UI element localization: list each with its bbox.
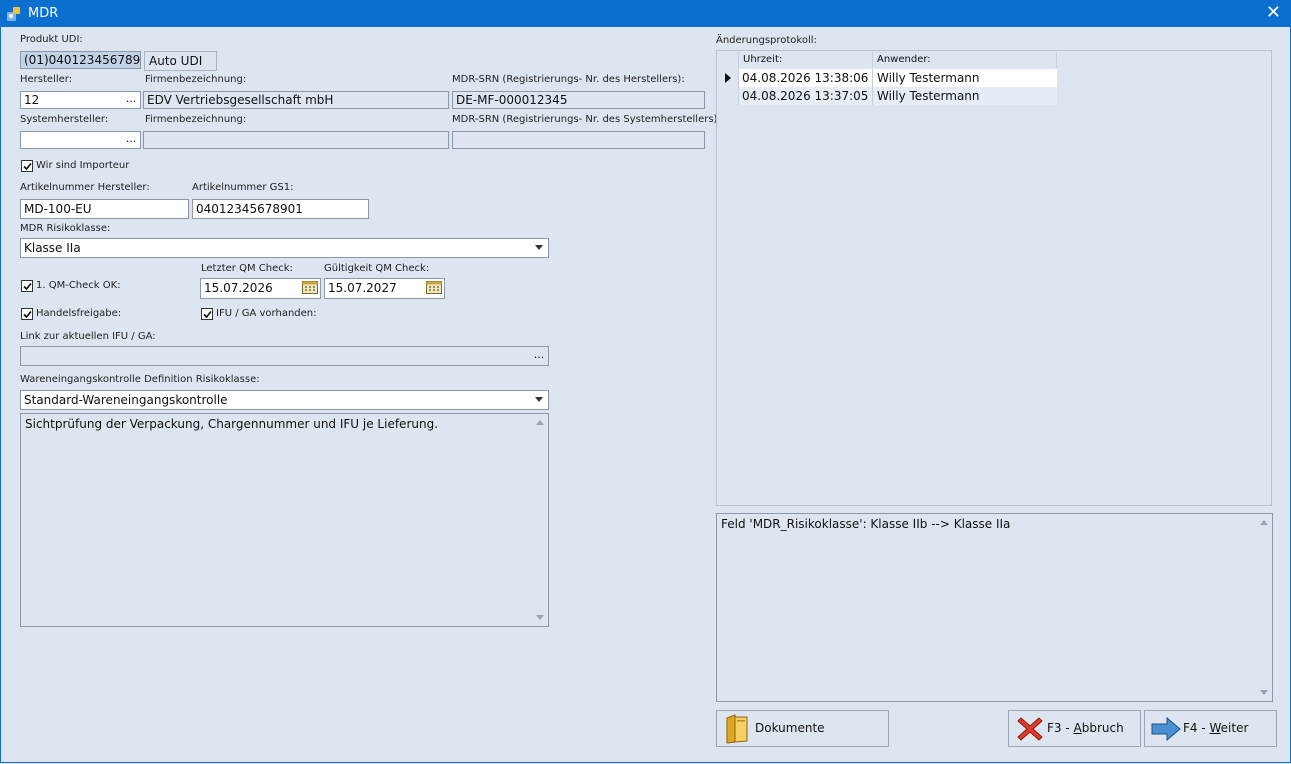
hersteller-label: Hersteller: [20,74,73,85]
hersteller-firmen-label: Firmenbezeichnung: [145,74,247,85]
artikel-hersteller-label: Artikelnummer Hersteller: [20,182,150,193]
protokoll-detail-text: Feld 'MDR_Risikoklasse': Klasse IIb --> … [721,517,1011,531]
protokoll-detail-memo[interactable]: Feld 'MDR_Risikoklasse': Klasse IIb --> … [716,513,1273,702]
scroll-down-icon[interactable] [536,615,544,620]
chevron-down-icon[interactable] [530,239,548,257]
systemhersteller-firmen-label: Firmenbezeichnung: [145,114,247,125]
weiter-prefix: F4 - [1183,721,1210,735]
importeur-label: Wir sind Importeur [36,160,130,171]
scroll-down-icon[interactable] [1260,690,1268,695]
title-bar: MDR ✕ [0,0,1291,27]
wareneingang-value: Standard-Wareneingangskontrolle [24,393,228,407]
qm-check-label: 1. QM-Check OK: [36,280,121,291]
scroll-up-icon[interactable] [536,420,544,425]
detail-scrollbar[interactable] [1256,514,1272,701]
folder-icon [726,714,748,744]
letzter-qm-label: Letzter QM Check: [201,263,293,274]
systemhersteller-lookup-button[interactable]: ... [122,132,140,148]
dokumente-button[interactable]: Dokumente [716,710,889,747]
handelsfreigabe-checkbox[interactable] [21,308,33,320]
ifu-link-field[interactable]: ... [20,346,549,366]
col-header-anwender[interactable]: Anwender: [873,52,1057,68]
dokumente-label: Dokumente [755,721,825,735]
dialog-body: Produkt UDI: (01)04012345678901 Auto UDI… [0,27,1291,763]
weiter-rest: eiter [1220,721,1249,735]
app-icon [7,7,20,21]
window-title: MDR [28,6,59,21]
check-icon [23,310,32,319]
ifu-label: IFU / GA vorhanden: [216,308,317,319]
ifu-link-label: Link zur aktuellen IFU / GA: [20,331,156,342]
check-icon [23,162,32,171]
systemhersteller-label: Systemhersteller: [20,114,109,125]
protokoll-grid[interactable]: Uhrzeit: Anwender: 04.08.2026 13:38:06 W… [716,50,1272,506]
handelsfreigabe-label: Handelsfreigabe: [36,308,122,319]
ifu-checkbox[interactable] [201,308,213,320]
row-user: Willy Testermann [877,71,980,85]
row-indicator [717,69,739,87]
wareneingang-select[interactable]: Standard-Wareneingangskontrolle [20,390,549,410]
qm-check-checkbox[interactable] [21,280,33,292]
arrow-right-icon [1151,716,1181,742]
systemhersteller-firmen-field [143,131,449,149]
artikel-gs1-label: Artikelnummer GS1: [192,182,294,193]
close-icon[interactable]: ✕ [1266,3,1281,23]
wareneingang-memo[interactable]: Sichtprüfung der Verpackung, Chargennumm… [20,413,549,627]
hersteller-srn-label: MDR-SRN (Registrierungs- Nr. des Herstel… [452,74,685,85]
gueltig-qm-label: Gültigkeit QM Check: [324,263,430,274]
systemhersteller-field[interactable]: ... [20,131,141,149]
systemhersteller-srn-label: MDR-SRN (Registrierungs- Nr. des Systemh… [452,114,721,125]
row-time: 04.08.2026 13:38:06 [739,69,873,87]
scroll-up-icon[interactable] [1260,520,1268,525]
wareneingang-label: Wareneingangskontrolle Definition Risiko… [20,374,260,385]
abbruch-label: F3 - Abbruch [1047,721,1124,735]
risikoklasse-label: MDR Risikoklasse: [20,223,111,234]
check-icon [203,310,212,319]
letzter-qm-value: 15.07.2026 [204,281,273,295]
table-row[interactable]: 04.08.2026 13:38:06 Willy Testermann [717,69,1057,87]
row-pointer-icon [725,73,731,83]
grid-indicator-header [717,52,739,68]
hersteller-value: 12 [24,93,40,107]
hersteller-field[interactable]: 12 ... [20,91,141,109]
col-header-uhrzeit[interactable]: Uhrzeit: [739,52,873,68]
cancel-icon [1017,717,1043,741]
abbruch-prefix: F3 - [1047,721,1074,735]
chevron-down-icon[interactable] [530,391,548,409]
artikel-gs1-field[interactable]: 04012345678901 [192,199,369,219]
abbruch-accelerator: A [1073,721,1082,735]
check-icon [23,282,32,291]
abbruch-button[interactable]: F3 - Abbruch [1008,710,1141,747]
row-user: Willy Testermann [877,89,980,103]
ifu-link-lookup-button[interactable]: ... [530,348,548,364]
systemhersteller-srn-field [452,131,705,149]
importeur-checkbox[interactable] [21,160,33,172]
gueltig-qm-value: 15.07.2027 [328,281,397,295]
weiter-button[interactable]: F4 - Weiter [1144,710,1277,747]
hersteller-firmen-field: EDV Vertriebsgesellschaft mbH [143,91,449,109]
produkt-udi-label: Produkt UDI: [20,34,83,45]
table-row[interactable]: 04.08.2026 13:37:05 Willy Testermann [717,87,1057,105]
wareneingang-memo-text: Sichtprüfung der Verpackung, Chargennumm… [25,417,439,431]
hersteller-lookup-button[interactable]: ... [122,92,140,108]
row-time: 04.08.2026 13:37:05 [739,87,873,105]
row-indicator [717,87,739,105]
risikoklasse-value: Klasse IIa [24,241,81,255]
memo-scrollbar[interactable] [532,414,548,626]
calendar-icon[interactable] [426,281,442,294]
protokoll-label: Änderungsprotokoll: [716,35,817,46]
auto-udi-button[interactable]: Auto UDI [144,51,217,71]
hersteller-srn-field: DE-MF-000012345 [452,91,705,109]
weiter-label: F4 - Weiter [1183,721,1248,735]
artikel-hersteller-field[interactable]: MD-100-EU [20,199,189,219]
calendar-icon[interactable] [302,281,318,294]
abbruch-rest: bbruch [1081,721,1124,735]
risikoklasse-select[interactable]: Klasse IIa [20,238,549,258]
gueltig-qm-date[interactable]: 15.07.2027 [324,278,445,299]
produkt-udi-field[interactable]: (01)04012345678901 [20,51,141,69]
letzter-qm-date[interactable]: 15.07.2026 [200,278,321,299]
weiter-accelerator: W [1209,721,1221,735]
